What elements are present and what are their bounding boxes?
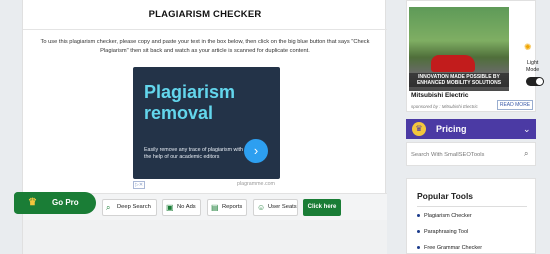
bullet-icon — [417, 230, 420, 234]
no-ads-button[interactable]: ▣ No Ads — [162, 199, 201, 216]
pricing-dropdown[interactable]: ♛ Pricing ⌄ — [406, 119, 536, 139]
go-pro-button[interactable]: ♛ Go Pro — [14, 192, 96, 214]
search-icon: ⌕ — [106, 203, 111, 212]
reports-icon: ▤ — [211, 203, 219, 212]
intro-text: To use this plagiarism checker, please c… — [40, 39, 370, 54]
deep-search-label: Deep Search — [117, 204, 151, 210]
reports-label: Reports — [222, 204, 243, 210]
text-input-area[interactable] — [23, 220, 387, 254]
sidebar-ad-sponsor: sponsored by : Mitsubishi Electric — [411, 104, 478, 109]
popular-tool-label: Free Grammar Checker — [424, 245, 483, 251]
popular-tools: Popular Tools Plagiarism Checker Paraphr… — [406, 178, 536, 254]
ad-caption-line2: ENHANCED MOBILITY SOLUTIONS — [416, 80, 502, 86]
main-content: PLAGIARISM CHECKER To use this plagiaris… — [22, 0, 387, 254]
light-mode-line2: Mode — [526, 67, 540, 73]
ad-image: INNOVATION MADE POSSIBLE BY ENHANCED MOB… — [409, 7, 509, 91]
sidebar-ad-title: Mitsubishi Electric — [411, 92, 469, 99]
plagiarism-removal-ad[interactable]: Plagiarism removal Easily remove any tra… — [133, 67, 280, 179]
reports-button[interactable]: ▤ Reports — [207, 199, 247, 216]
ad-headline-line1: Plagiarism — [144, 82, 236, 102]
ad-headline: Plagiarism removal — [144, 82, 235, 124]
chevron-down-icon: ⌄ — [523, 124, 531, 134]
click-here-button[interactable]: Click here — [303, 199, 341, 216]
no-ads-label: No Ads — [177, 204, 196, 210]
user-seats-button[interactable]: ☺ User Seats — [253, 199, 298, 216]
car-image — [431, 55, 475, 72]
light-mode-line1: Light — [526, 60, 539, 66]
bullet-icon — [417, 246, 420, 250]
deep-search-button[interactable]: ⌕ Deep Search — [102, 199, 157, 216]
popular-tools-title: Popular Tools — [417, 191, 474, 201]
read-more-button[interactable]: READ MORE — [497, 100, 533, 110]
ad-choices-icon[interactable]: ▷✕ — [133, 181, 146, 189]
users-icon: ☺ — [257, 203, 266, 212]
user-seats-label: User Seats — [268, 204, 297, 210]
go-pro-label: Go Pro — [52, 198, 79, 207]
popular-tool-item[interactable]: Free Grammar Checker — [417, 245, 482, 251]
sun-icon: ✺ — [524, 42, 532, 52]
chevron-right-icon[interactable]: › — [244, 139, 268, 163]
ad-description: Easily remove any trace of plagiarism wi… — [144, 147, 243, 160]
search-input[interactable] — [411, 147, 521, 163]
ad-headline-line2: removal — [144, 103, 214, 123]
page-title: PLAGIARISM CHECKER — [23, 0, 387, 30]
sidebar-search: ⌕ — [406, 142, 536, 166]
popular-tool-item[interactable]: Plagiarism Checker — [417, 213, 472, 219]
light-mode-toggle[interactable] — [526, 77, 544, 86]
popular-tool-label: Paraphrasing Tool — [424, 229, 469, 235]
light-mode-switch: ✺ Light Mode — [506, 42, 550, 90]
ad-domain: plagramme.com — [237, 181, 275, 187]
pricing-label: Pricing — [436, 124, 467, 134]
toggle-knob — [536, 78, 543, 85]
divider — [417, 206, 527, 207]
crown-icon: ♛ — [412, 122, 426, 136]
popular-tool-item[interactable]: Paraphrasing Tool — [417, 229, 468, 235]
bullet-icon — [417, 214, 420, 218]
crown-icon: ♛ — [28, 197, 37, 208]
no-ads-icon: ▣ — [166, 203, 174, 212]
light-mode-label: Light Mode — [526, 60, 539, 74]
search-icon[interactable]: ⌕ — [524, 149, 528, 159]
ad-caption: INNOVATION MADE POSSIBLE BY ENHANCED MOB… — [409, 73, 509, 87]
popular-tool-label: Plagiarism Checker — [424, 213, 472, 219]
